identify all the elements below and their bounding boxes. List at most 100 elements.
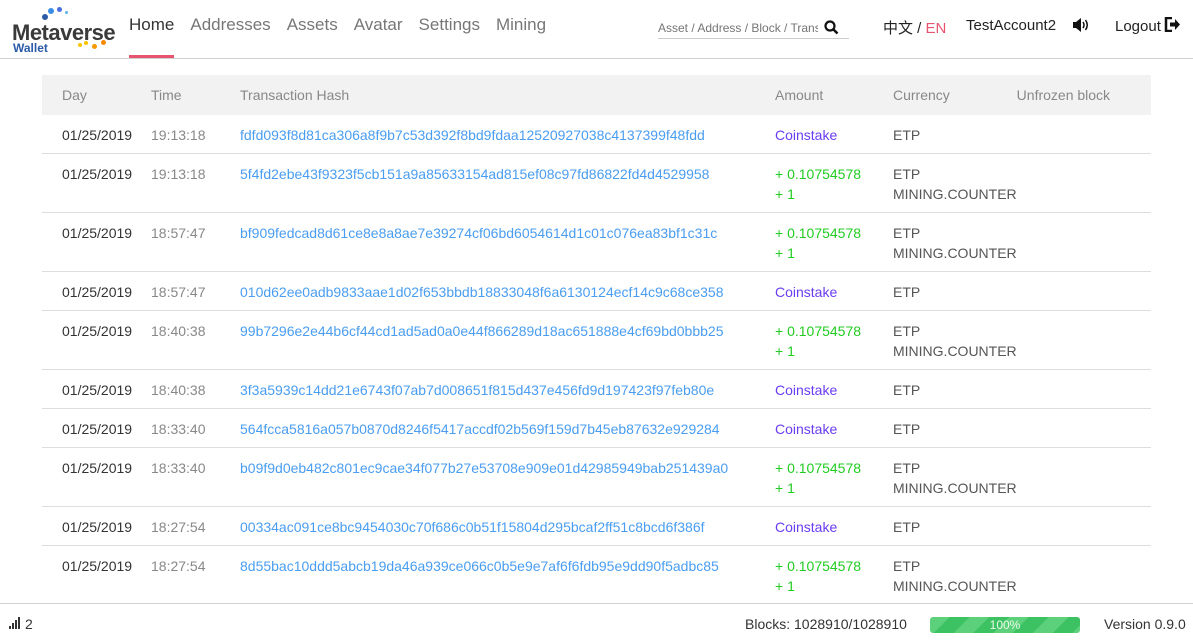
transaction-hash-link[interactable]: 00334ac091ce8bc9454030c70f686c0b51f15804… — [240, 519, 705, 535]
cell-unfrozen-block — [1016, 408, 1151, 448]
currency-value: ETP — [893, 323, 921, 339]
nav-addresses[interactable]: Addresses — [190, 0, 270, 58]
cell-currency: ETP — [893, 506, 1017, 546]
cell-currency: ETP MINING.COUNTER — [893, 545, 1017, 603]
cell-day: 01/25/2019 — [42, 310, 151, 370]
cell-time: 18:57:47 — [151, 271, 240, 311]
cell-amount: Coinstake — [775, 506, 893, 546]
currency-value: ETP — [893, 382, 921, 398]
col-time: Time — [151, 75, 240, 115]
currency-value: ETP — [893, 284, 921, 300]
table-row: 01/25/2019 18:27:54 8d55bac10ddd5abcb19d… — [42, 545, 1151, 603]
transaction-hash-link[interactable]: 8d55bac10ddd5abcb19da46a939ce066c0b5e9e7… — [240, 558, 719, 574]
search-icon[interactable] — [824, 20, 839, 40]
cell-day: 01/25/2019 — [42, 545, 151, 603]
transaction-hash-link[interactable]: 99b7296e2e44b6cf44cd1ad5ad0a0e44f866289d… — [240, 323, 723, 339]
cell-amount: + 0.10754578 + 1 — [775, 153, 893, 213]
search-input[interactable] — [658, 16, 818, 35]
sound-icon[interactable] — [1072, 17, 1090, 38]
cell-unfrozen-block — [1016, 506, 1151, 546]
cell-currency: ETP MINING.COUNTER — [893, 212, 1017, 272]
currency-value: MINING.COUNTER — [893, 343, 1017, 359]
logout-button[interactable]: Logout — [1115, 16, 1180, 36]
table-row: 01/25/2019 18:33:40 b09f9d0eb482c801ec9c… — [42, 447, 1151, 507]
top-nav-bar: Metaverse Wallet Home Addresses Assets A… — [0, 0, 1193, 59]
metaverse-wallet-logo[interactable]: Metaverse Wallet — [12, 6, 116, 55]
cell-time: 18:40:38 — [151, 310, 240, 370]
nav-home[interactable]: Home — [129, 0, 175, 58]
cell-unfrozen-block — [1016, 271, 1151, 311]
col-unfrozen-block: Unfrozen block — [1016, 75, 1151, 115]
currency-value: MINING.COUNTER — [893, 480, 1017, 496]
transactions-table-container[interactable]: Day Time Transaction Hash Amount Currenc… — [42, 75, 1151, 603]
cell-time: 18:27:54 — [151, 506, 240, 546]
cell-currency: ETP MINING.COUNTER — [893, 153, 1017, 213]
cell-day: 01/25/2019 — [42, 369, 151, 409]
nav-assets[interactable]: Assets — [287, 0, 338, 58]
table-row: 01/25/2019 18:27:54 00334ac091ce8bc94540… — [42, 506, 1151, 546]
transaction-hash-link[interactable]: 3f3a5939c14dd21e6743f07ab7d008651f815d43… — [240, 382, 714, 398]
currency-value: ETP — [893, 558, 921, 574]
cell-currency: ETP MINING.COUNTER — [893, 310, 1017, 370]
cell-amount: + 0.10754578 + 1 — [775, 310, 893, 370]
transaction-hash-link[interactable]: bf909fedcad8d61ce8e8a8ae7e39274cf06bd605… — [240, 225, 717, 241]
cell-currency: ETP — [893, 271, 1017, 311]
col-day: Day — [42, 75, 151, 115]
cell-amount: + 0.10754578 + 1 — [775, 212, 893, 272]
currency-value: MINING.COUNTER — [893, 186, 1017, 202]
currency-value: ETP — [893, 421, 921, 437]
transaction-hash-link[interactable]: b09f9d0eb482c801ec9cae34f077b27e53708e90… — [240, 460, 728, 476]
currency-value: ETP — [893, 519, 921, 535]
amount-value: + 0.10754578 — [775, 225, 862, 241]
cell-time: 18:33:40 — [151, 408, 240, 448]
cell-unfrozen-block — [1016, 153, 1151, 213]
language-switch: 中文 / EN — [883, 20, 947, 37]
cell-time: 18:40:38 — [151, 369, 240, 409]
peer-count: 2 — [25, 616, 33, 632]
transaction-hash-link[interactable]: 010d62ee0adb9833aae1d02f653bbdb18833048f… — [240, 284, 723, 300]
amount-value: Coinstake — [775, 519, 838, 535]
cell-time: 18:27:54 — [151, 545, 240, 603]
cell-day: 01/25/2019 — [42, 212, 151, 272]
version-label: Version 0.9.0 — [1104, 616, 1186, 632]
amount-value: + 0.10754578 — [775, 323, 862, 339]
cell-day: 01/25/2019 — [42, 447, 151, 507]
nav-avatar[interactable]: Avatar — [354, 0, 403, 58]
account-name[interactable]: TestAccount2 — [966, 17, 1056, 34]
table-row: 01/25/2019 18:40:38 99b7296e2e44b6cf44cd… — [42, 310, 1151, 370]
lang-en[interactable]: EN — [926, 20, 947, 37]
currency-value: ETP — [893, 225, 921, 241]
cell-time: 19:13:18 — [151, 115, 240, 154]
cell-day: 01/25/2019 — [42, 271, 151, 311]
table-row: 01/25/2019 18:57:47 010d62ee0adb9833aae1… — [42, 271, 1151, 311]
block-height: Blocks: 1028910/1028910 — [745, 616, 907, 632]
sync-progress-label: 100% — [989, 618, 1021, 632]
table-row: 01/25/2019 18:57:47 bf909fedcad8d61ce8e8… — [42, 212, 1151, 272]
cell-currency: ETP MINING.COUNTER — [893, 447, 1017, 507]
cell-time: 18:33:40 — [151, 447, 240, 507]
transactions-table: Day Time Transaction Hash Amount Currenc… — [42, 75, 1151, 603]
transaction-hash-link[interactable]: fdfd093f8d81ca306a8f9b7c53d392f8bd9fdaa1… — [240, 127, 705, 143]
signal-icon — [9, 616, 21, 632]
col-hash: Transaction Hash — [240, 75, 775, 115]
cell-currency: ETP — [893, 408, 1017, 448]
nav-mining[interactable]: Mining — [496, 0, 546, 58]
amount-value: Coinstake — [775, 127, 838, 143]
search-box — [658, 16, 849, 39]
table-row: 01/25/2019 19:13:18 5f4fd2ebe43f9323f5cb… — [42, 153, 1151, 213]
table-row: 01/25/2019 18:40:38 3f3a5939c14dd21e6743… — [42, 369, 1151, 409]
amount-value: Coinstake — [775, 382, 838, 398]
lang-zh[interactable]: 中文 — [883, 20, 913, 37]
cell-amount: Coinstake — [775, 369, 893, 409]
transaction-hash-link[interactable]: 5f4fd2ebe43f9323f5cb151a9a85633154ad815e… — [240, 166, 709, 182]
amount-value: + 0.10754578 — [775, 166, 862, 182]
amount-value: + 1 — [775, 578, 795, 594]
cell-unfrozen-block — [1016, 212, 1151, 272]
col-amount: Amount — [775, 75, 893, 115]
cell-day: 01/25/2019 — [42, 153, 151, 213]
transaction-hash-link[interactable]: 564fcca5816a057b0870d8246f5417accdf02b56… — [240, 421, 720, 437]
cell-unfrozen-block — [1016, 310, 1151, 370]
amount-value: Coinstake — [775, 421, 838, 437]
nav-settings[interactable]: Settings — [419, 0, 480, 58]
cell-currency: ETP — [893, 115, 1017, 154]
